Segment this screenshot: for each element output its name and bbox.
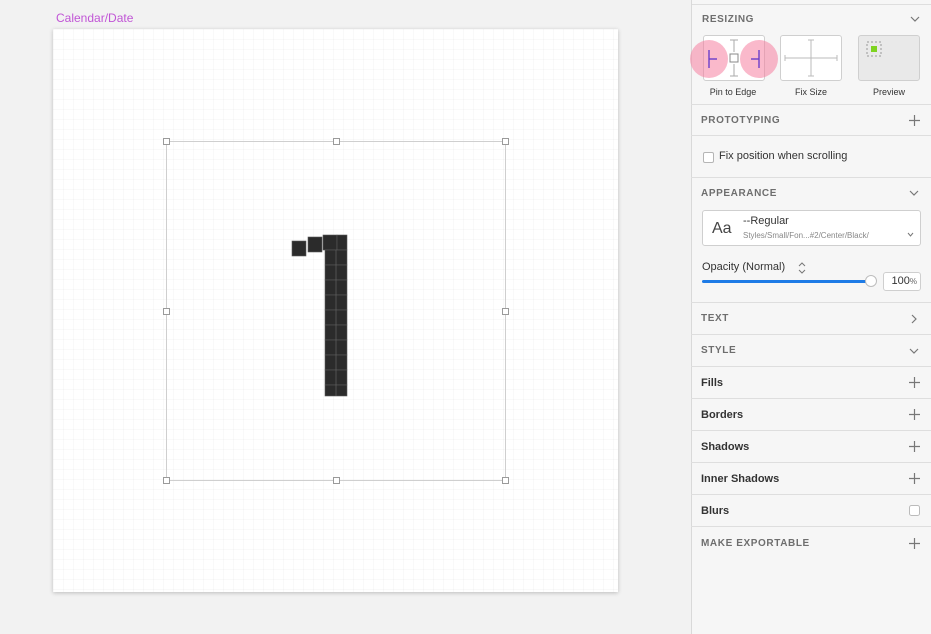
resizing-title: RESIZING [702, 13, 755, 25]
preview-diagram-icon [866, 41, 882, 57]
opacity-input[interactable]: 100% [883, 272, 921, 291]
shadows-title: Shadows [701, 440, 750, 453]
updown-stepper-icon[interactable] [798, 261, 806, 279]
shadows-row[interactable]: Shadows [691, 431, 931, 463]
resize-handle-right[interactable] [502, 308, 509, 315]
artboard[interactable] [53, 29, 618, 592]
inner-shadows-title: Inner Shadows [701, 472, 780, 485]
text-style-name: --Regular [743, 215, 789, 227]
fix-size-control[interactable] [780, 35, 842, 81]
prototyping-title: PROTOTYPING [701, 114, 781, 126]
appearance-title: APPEARANCE [701, 187, 778, 199]
preview-label: Preview [872, 87, 905, 97]
prototyping-header[interactable]: PROTOTYPING [691, 105, 931, 136]
opacity-slider-knob[interactable] [865, 275, 877, 287]
fix-position-label: Fix position when scrolling [719, 150, 848, 162]
add-shadow-plus-icon[interactable] [907, 440, 921, 454]
text-title: TEXT [701, 313, 729, 324]
fix-size-label: Fix Size [794, 87, 827, 97]
opacity-label: Opacity (Normal) [702, 261, 786, 273]
chevron-down-icon [907, 224, 914, 242]
text-style-preview: Aa [712, 220, 732, 237]
chevron-right-icon[interactable] [907, 312, 921, 326]
fills-row[interactable]: Fills [691, 367, 931, 399]
add-inner-shadow-plus-icon[interactable] [907, 472, 921, 486]
plus-icon[interactable] [907, 113, 921, 127]
canvas[interactable]: Calendar/Date [0, 0, 691, 634]
opacity-slider-track[interactable] [702, 280, 872, 283]
pin-to-edge-label: Pin to Edge [709, 87, 757, 97]
make-exportable-header[interactable]: MAKE EXPORTABLE [691, 527, 931, 559]
blurs-title: Blurs [701, 504, 730, 517]
resize-handle-top[interactable] [333, 138, 340, 145]
opacity-unit: % [909, 277, 917, 286]
add-fill-plus-icon[interactable] [907, 376, 921, 390]
text-style-picker[interactable]: Aa --Regular Styles/Small/Fon...#2/Cente… [702, 210, 921, 246]
resizing-preview [858, 35, 920, 81]
resize-handle-bottom-right[interactable] [502, 477, 509, 484]
resize-handle-bottom[interactable] [333, 477, 340, 484]
blur-checkbox[interactable] [907, 504, 921, 518]
text-header[interactable]: TEXT [691, 303, 931, 335]
borders-row[interactable]: Borders [691, 399, 931, 431]
chevron-down-icon[interactable] [907, 186, 921, 200]
opacity-value: 100 [891, 275, 910, 287]
add-border-plus-icon[interactable] [907, 408, 921, 422]
fix-position-checkbox[interactable] [703, 152, 714, 163]
pin-right-highlight[interactable] [740, 40, 778, 78]
add-export-plus-icon[interactable] [907, 536, 921, 550]
borders-title: Borders [701, 408, 744, 421]
make-exportable-title: MAKE EXPORTABLE [701, 537, 810, 549]
artboard-label[interactable]: Calendar/Date [56, 11, 133, 25]
blurs-row[interactable]: Blurs [691, 495, 931, 527]
pin-left-highlight[interactable] [690, 40, 728, 78]
fills-title: Fills [701, 376, 724, 389]
pin-left-icon [708, 50, 717, 68]
pin-right-icon [751, 50, 760, 68]
resize-handle-top-left[interactable] [163, 138, 170, 145]
resize-handle-left[interactable] [163, 308, 170, 315]
style-header[interactable]: STYLE [691, 335, 931, 367]
resize-handle-bottom-left[interactable] [163, 477, 170, 484]
resizing-header[interactable]: RESIZING [692, 5, 931, 33]
appearance-header[interactable]: APPEARANCE [691, 178, 931, 208]
inner-shadows-row[interactable]: Inner Shadows [691, 463, 931, 495]
chevron-down-icon[interactable] [907, 344, 921, 358]
fix-size-diagram-icon [784, 39, 838, 77]
resize-handle-top-right[interactable] [502, 138, 509, 145]
style-title: STYLE [701, 345, 737, 356]
selection-bounds[interactable] [163, 138, 509, 484]
chevron-down-icon[interactable] [908, 12, 922, 26]
text-style-path: Styles/Small/Fon...#2/Center/Black/ [743, 231, 869, 240]
